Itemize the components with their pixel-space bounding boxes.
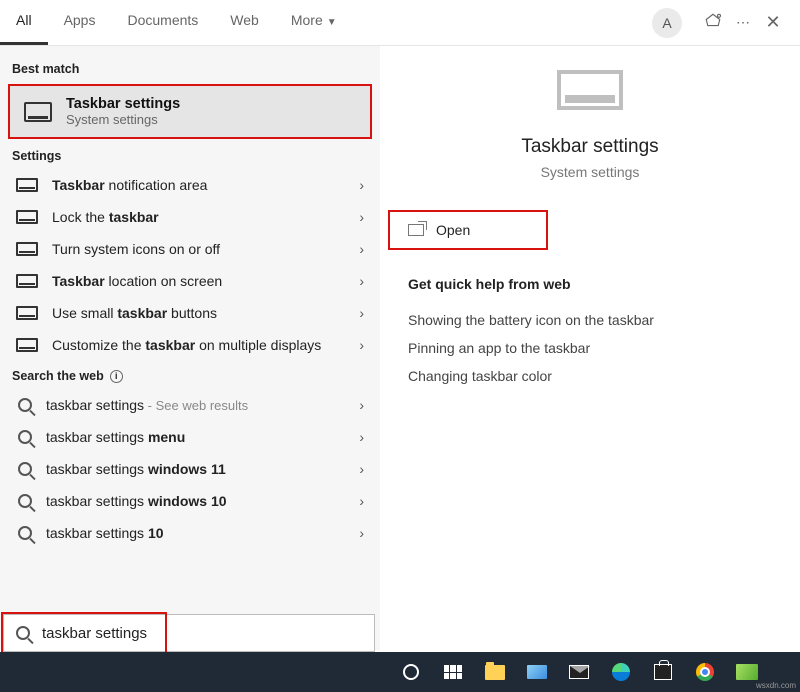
help-link[interactable]: Showing the battery icon on the taskbar xyxy=(408,306,772,334)
chevron-right-icon: › xyxy=(359,493,364,509)
best-match-item[interactable]: Taskbar settings System settings xyxy=(8,84,372,139)
section-settings: Settings xyxy=(0,141,380,169)
close-icon[interactable]: ✕ xyxy=(758,12,788,33)
chevron-right-icon: › xyxy=(359,241,364,257)
tab-apps[interactable]: Apps xyxy=(48,0,112,45)
taskbar-icon xyxy=(16,306,38,320)
settings-item[interactable]: Use small taskbar buttons› xyxy=(0,297,380,329)
chevron-right-icon: › xyxy=(359,429,364,445)
web-result[interactable]: taskbar settings windows 11› xyxy=(0,453,380,485)
open-button[interactable]: Open xyxy=(388,210,548,250)
taskbar-settings-icon xyxy=(24,102,52,122)
tab-web[interactable]: Web xyxy=(214,0,275,45)
open-icon xyxy=(408,224,424,236)
settings-item[interactable]: Lock the taskbar› xyxy=(0,201,380,233)
section-best-match: Best match xyxy=(0,54,380,82)
preview-panel: Taskbar settings System settings Open Ge… xyxy=(380,46,800,650)
chevron-right-icon: › xyxy=(359,305,364,321)
results-panel: Best match Taskbar settings System setti… xyxy=(0,46,380,650)
search-icon xyxy=(18,462,32,476)
cortana-icon[interactable] xyxy=(400,661,422,683)
chevron-right-icon: › xyxy=(359,273,364,289)
help-link[interactable]: Pinning an app to the taskbar xyxy=(408,334,772,362)
taskbar-icon xyxy=(16,210,38,224)
tab-all[interactable]: All xyxy=(0,0,48,45)
search-icon xyxy=(18,526,32,540)
settings-item[interactable]: Taskbar location on screen› xyxy=(0,265,380,297)
taskbar-icon xyxy=(16,338,38,352)
search-input[interactable] xyxy=(40,624,364,643)
preview-title: Taskbar settings xyxy=(380,136,800,158)
settings-item[interactable]: Customize the taskbar on multiple displa… xyxy=(0,329,380,361)
section-web: Search the webi xyxy=(0,361,380,389)
preview-subtitle: System settings xyxy=(380,164,800,180)
task-view-icon[interactable] xyxy=(442,661,464,683)
search-icon xyxy=(18,430,32,444)
wallpaper-icon[interactable] xyxy=(736,661,758,683)
chrome-icon[interactable] xyxy=(694,661,716,683)
more-options-icon[interactable]: ⋯ xyxy=(728,14,758,31)
chevron-right-icon: › xyxy=(359,461,364,477)
search-icon xyxy=(16,626,30,640)
windows-taskbar xyxy=(0,652,800,692)
search-icon xyxy=(18,398,32,412)
settings-item[interactable]: Turn system icons on or off› xyxy=(0,233,380,265)
chevron-right-icon: › xyxy=(359,397,364,413)
taskbar-icon xyxy=(16,274,38,288)
help-link[interactable]: Changing taskbar color xyxy=(408,362,772,390)
taskbar-settings-icon xyxy=(557,70,623,110)
mail-icon[interactable] xyxy=(568,661,590,683)
best-match-title: Taskbar settings xyxy=(66,96,180,112)
tab-more[interactable]: More▼ xyxy=(275,0,353,45)
web-result[interactable]: taskbar settings - See web results› xyxy=(0,389,380,421)
app-icon[interactable] xyxy=(526,661,548,683)
edge-icon[interactable] xyxy=(610,661,632,683)
filter-tabs: All Apps Documents Web More▼ xyxy=(0,0,353,45)
user-avatar[interactable]: A xyxy=(652,8,682,38)
info-icon[interactable]: i xyxy=(110,370,123,383)
best-match-subtitle: System settings xyxy=(66,112,180,127)
taskbar-icon xyxy=(16,178,38,192)
file-explorer-icon[interactable] xyxy=(484,661,506,683)
settings-item[interactable]: Taskbar notification area› xyxy=(0,169,380,201)
feedback-icon[interactable] xyxy=(698,12,728,33)
search-box[interactable] xyxy=(3,614,375,652)
taskbar-icon xyxy=(16,242,38,256)
web-result[interactable]: taskbar settings windows 10› xyxy=(0,485,380,517)
web-result[interactable]: taskbar settings 10› xyxy=(0,517,380,549)
help-heading: Get quick help from web xyxy=(408,276,772,292)
store-icon[interactable] xyxy=(652,661,674,683)
tab-documents[interactable]: Documents xyxy=(111,0,214,45)
chevron-right-icon: › xyxy=(359,209,364,225)
watermark: wsxdn.com xyxy=(756,681,796,690)
chevron-right-icon: › xyxy=(359,177,364,193)
chevron-right-icon: › xyxy=(359,337,364,353)
chevron-right-icon: › xyxy=(359,525,364,541)
search-header: All Apps Documents Web More▼ A ⋯ ✕ xyxy=(0,0,800,46)
web-result[interactable]: taskbar settings menu› xyxy=(0,421,380,453)
search-icon xyxy=(18,494,32,508)
chevron-down-icon: ▼ xyxy=(327,17,337,28)
